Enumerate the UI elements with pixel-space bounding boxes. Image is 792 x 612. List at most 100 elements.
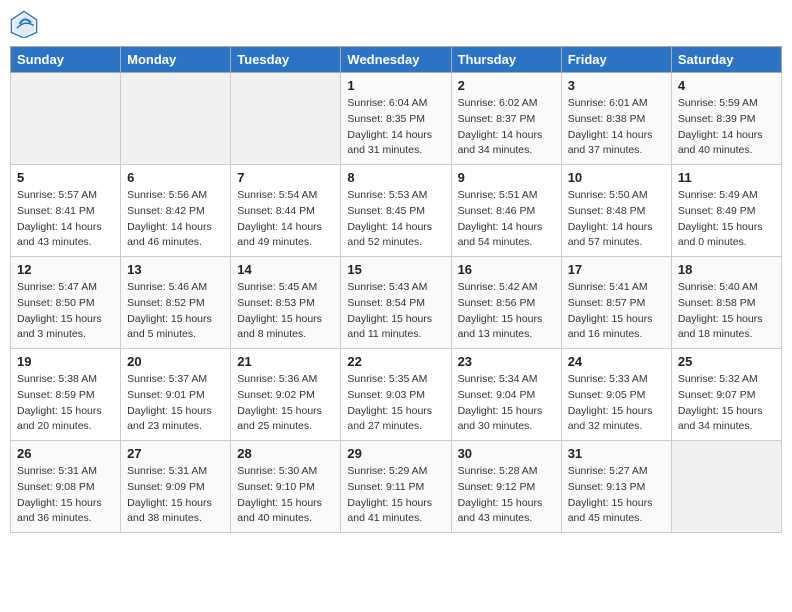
day-number: 21: [237, 354, 334, 369]
calendar-cell: 16Sunrise: 5:42 AM Sunset: 8:56 PM Dayli…: [451, 257, 561, 349]
calendar-cell: 27Sunrise: 5:31 AM Sunset: 9:09 PM Dayli…: [121, 441, 231, 533]
day-info: Sunrise: 6:04 AM Sunset: 8:35 PM Dayligh…: [347, 96, 444, 159]
day-info: Sunrise: 5:51 AM Sunset: 8:46 PM Dayligh…: [458, 188, 555, 251]
day-info: Sunrise: 6:02 AM Sunset: 8:37 PM Dayligh…: [458, 96, 555, 159]
calendar-week-row: 12 Sunrise: 5:47 AM Sunset: 8:50 PM Dayli…: [11, 257, 782, 349]
day-info: Sunrise: 5:40 AM Sunset: 8:58 PM Dayligh…: [678, 280, 775, 343]
day-number: 6: [127, 170, 224, 185]
day-number: 10: [568, 170, 665, 185]
day-info: Sunrise: 5:50 AM Sunset: 8:48 PM Dayligh…: [568, 188, 665, 251]
calendar-cell: 6 Sunrise: 5:56 AM Sunset: 8:42 PM Daylig…: [121, 165, 231, 257]
day-number: 12: [17, 262, 114, 277]
day-number: 20: [127, 354, 224, 369]
day-info: Sunrise: 5:28 AM Sunset: 9:12 PM Dayligh…: [458, 464, 555, 527]
day-number: 30: [458, 446, 555, 461]
day-info: Sunrise: 5:57 AM Sunset: 8:41 PM Dayligh…: [17, 188, 114, 251]
calendar-cell: 21 Sunrise: 5:36 AM Sunset: 9:02 PM Dayli…: [231, 349, 341, 441]
day-number: 7: [237, 170, 334, 185]
calendar-cell: 23 Sunrise: 5:34 AM Sunset: 9:04 PM Dayli…: [451, 349, 561, 441]
day-info: Sunrise: 5:45 AM Sunset: 8:53 PM Dayligh…: [237, 280, 334, 343]
day-number: 8: [347, 170, 444, 185]
calendar-cell: [671, 441, 781, 533]
weekday-header-tuesday: Tuesday: [231, 47, 341, 73]
calendar-cell: 29 Sunrise: 5:29 AM Sunset: 9:11 PM Dayli…: [341, 441, 451, 533]
day-number: 29: [347, 446, 444, 461]
calendar-cell: 19 Sunrise: 5:38 AM Sunset: 8:59 PM Dayli…: [11, 349, 121, 441]
day-info: Sunrise: 5:31 AM Sunset: 9:09 PM Dayligh…: [127, 464, 224, 527]
calendar-cell: 22 Sunrise: 5:35 AM Sunset: 9:03 PM Dayli…: [341, 349, 451, 441]
day-number: 15: [347, 262, 444, 277]
day-info: Sunrise: 5:46 AM Sunset: 8:52 PM Dayligh…: [127, 280, 224, 343]
day-number: 25: [678, 354, 775, 369]
calendar-cell: 11 Sunrise: 5:49 AM Sunset: 8:49 PM Dayli…: [671, 165, 781, 257]
day-info: Sunrise: 5:49 AM Sunset: 8:49 PM Dayligh…: [678, 188, 775, 251]
day-number: 23: [458, 354, 555, 369]
day-number: 14: [237, 262, 334, 277]
calendar-cell: 18 Sunrise: 5:40 AM Sunset: 8:58 PM Dayli…: [671, 257, 781, 349]
day-info: Sunrise: 5:35 AM Sunset: 9:03 PM Dayligh…: [347, 372, 444, 435]
calendar-cell: 31Sunrise: 5:27 AM Sunset: 9:13 PM Dayli…: [561, 441, 671, 533]
day-number: 19: [17, 354, 114, 369]
calendar-week-row: 19 Sunrise: 5:38 AM Sunset: 8:59 PM Dayli…: [11, 349, 782, 441]
day-info: Sunrise: 5:54 AM Sunset: 8:44 PM Dayligh…: [237, 188, 334, 251]
weekday-header-monday: Monday: [121, 47, 231, 73]
day-info: Sunrise: 5:32 AM Sunset: 9:07 PM Dayligh…: [678, 372, 775, 435]
calendar-cell: 9 Sunrise: 5:51 AM Sunset: 8:46 PM Daylig…: [451, 165, 561, 257]
day-number: 16: [458, 262, 555, 277]
day-info: Sunrise: 5:47 AM Sunset: 8:50 PM Dayligh…: [17, 280, 114, 343]
day-number: 4: [678, 78, 775, 93]
day-number: 9: [458, 170, 555, 185]
weekday-header-row: SundayMondayTuesdayWednesdayThursdayFrid…: [11, 47, 782, 73]
weekday-header-wednesday: Wednesday: [341, 47, 451, 73]
day-number: 22: [347, 354, 444, 369]
day-number: 2: [458, 78, 555, 93]
calendar-week-row: 5 Sunrise: 5:57 AM Sunset: 8:41 PM Daylig…: [11, 165, 782, 257]
calendar-cell: 10 Sunrise: 5:50 AM Sunset: 8:48 PM Dayli…: [561, 165, 671, 257]
calendar-cell: 30 Sunrise: 5:28 AM Sunset: 9:12 PM Dayli…: [451, 441, 561, 533]
day-number: 18: [678, 262, 775, 277]
day-info: Sunrise: 5:37 AM Sunset: 9:01 PM Dayligh…: [127, 372, 224, 435]
weekday-header-saturday: Saturday: [671, 47, 781, 73]
day-info: Sunrise: 5:38 AM Sunset: 8:59 PM Dayligh…: [17, 372, 114, 435]
calendar-cell: 2 Sunrise: 6:02 AM Sunset: 8:37 PM Daylig…: [451, 73, 561, 165]
calendar-cell: 8 Sunrise: 5:53 AM Sunset: 8:45 PM Daylig…: [341, 165, 451, 257]
day-info: Sunrise: 5:27 AM Sunset: 9:13 PM Dayligh…: [568, 464, 665, 527]
calendar-cell: 20 Sunrise: 5:37 AM Sunset: 9:01 PM Dayli…: [121, 349, 231, 441]
weekday-header-friday: Friday: [561, 47, 671, 73]
page-header: [10, 10, 782, 38]
day-number: 5: [17, 170, 114, 185]
day-info: Sunrise: 5:29 AM Sunset: 9:11 PM Dayligh…: [347, 464, 444, 527]
calendar-week-row: 1 Sunrise: 6:04 AM Sunset: 8:35 PM Daylig…: [11, 73, 782, 165]
day-number: 26: [17, 446, 114, 461]
day-info: Sunrise: 5:36 AM Sunset: 9:02 PM Dayligh…: [237, 372, 334, 435]
day-info: Sunrise: 5:53 AM Sunset: 8:45 PM Dayligh…: [347, 188, 444, 251]
calendar-cell: [121, 73, 231, 165]
calendar-cell: 1 Sunrise: 6:04 AM Sunset: 8:35 PM Daylig…: [341, 73, 451, 165]
calendar-cell: 14 Sunrise: 5:45 AM Sunset: 8:53 PM Dayli…: [231, 257, 341, 349]
day-number: 13: [127, 262, 224, 277]
day-info: Sunrise: 5:59 AM Sunset: 8:39 PM Dayligh…: [678, 96, 775, 159]
logo-icon: [10, 10, 38, 38]
calendar-cell: [11, 73, 121, 165]
day-info: Sunrise: 6:01 AM Sunset: 8:38 PM Dayligh…: [568, 96, 665, 159]
weekday-header-sunday: Sunday: [11, 47, 121, 73]
day-info: Sunrise: 5:34 AM Sunset: 9:04 PM Dayligh…: [458, 372, 555, 435]
logo: [10, 10, 42, 38]
day-number: 1: [347, 78, 444, 93]
calendar-table: SundayMondayTuesdayWednesdayThursdayFrid…: [10, 46, 782, 533]
calendar-cell: 24 Sunrise: 5:33 AM Sunset: 9:05 PM Dayli…: [561, 349, 671, 441]
calendar-cell: 7 Sunrise: 5:54 AM Sunset: 8:44 PM Daylig…: [231, 165, 341, 257]
day-number: 24: [568, 354, 665, 369]
day-number: 17: [568, 262, 665, 277]
calendar-cell: 3Sunrise: 6:01 AM Sunset: 8:38 PM Daylig…: [561, 73, 671, 165]
day-info: Sunrise: 5:56 AM Sunset: 8:42 PM Dayligh…: [127, 188, 224, 251]
day-info: Sunrise: 5:33 AM Sunset: 9:05 PM Dayligh…: [568, 372, 665, 435]
calendar-cell: 17 Sunrise: 5:41 AM Sunset: 8:57 PM Dayli…: [561, 257, 671, 349]
day-number: 11: [678, 170, 775, 185]
calendar-cell: 13 Sunrise: 5:46 AM Sunset: 8:52 PM Dayli…: [121, 257, 231, 349]
day-info: Sunrise: 5:41 AM Sunset: 8:57 PM Dayligh…: [568, 280, 665, 343]
day-info: Sunrise: 5:31 AM Sunset: 9:08 PM Dayligh…: [17, 464, 114, 527]
calendar-cell: 4 Sunrise: 5:59 AM Sunset: 8:39 PM Daylig…: [671, 73, 781, 165]
calendar-cell: 15Sunrise: 5:43 AM Sunset: 8:54 PM Dayli…: [341, 257, 451, 349]
calendar-cell: 26 Sunrise: 5:31 AM Sunset: 9:08 PM Dayli…: [11, 441, 121, 533]
